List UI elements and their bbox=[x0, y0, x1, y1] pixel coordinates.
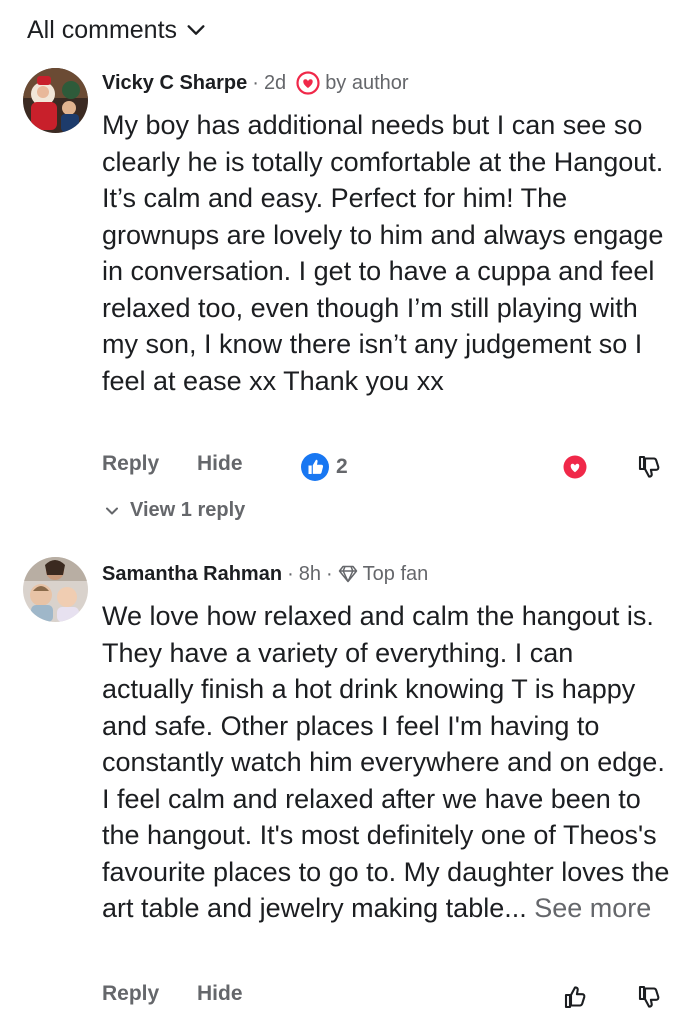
separator-dot: · bbox=[252, 71, 259, 94]
like-button[interactable] bbox=[560, 982, 590, 1012]
comment-body-text: We love how relaxed and calm the hangout… bbox=[102, 601, 670, 923]
comment-author[interactable]: Samantha Rahman bbox=[102, 563, 282, 586]
comment-actions: Reply Hide 2 bbox=[102, 452, 672, 484]
thumbs-down-icon bbox=[638, 985, 660, 1008]
comment-meta: Samantha Rahman · 8h · Top fan bbox=[102, 559, 428, 589]
comment-time[interactable]: 8h bbox=[299, 563, 321, 586]
avatar[interactable] bbox=[23, 557, 88, 622]
reaction-summary[interactable]: 2 bbox=[300, 452, 348, 482]
view-replies-label: View 1 reply bbox=[130, 499, 246, 521]
reaction-count: 2 bbox=[336, 455, 348, 478]
hide-button[interactable]: Hide bbox=[197, 452, 243, 476]
author-badge-label: by author bbox=[325, 71, 409, 94]
avatar[interactable] bbox=[23, 68, 88, 133]
chevron-down-small-icon bbox=[106, 507, 118, 514]
thumbs-up-icon bbox=[564, 986, 586, 1009]
comments-filter-dropdown[interactable]: All comments bbox=[27, 12, 207, 48]
top-fan-badge: Top fan bbox=[338, 562, 429, 586]
like-icon bbox=[301, 453, 329, 481]
chevron-down-icon bbox=[187, 25, 205, 35]
comment-author[interactable]: Vicky C Sharpe bbox=[102, 72, 247, 95]
love-reaction-icon bbox=[563, 455, 587, 479]
separator-dot: · bbox=[287, 562, 294, 585]
diamond-icon bbox=[338, 565, 357, 583]
comment-time[interactable]: 2d bbox=[264, 72, 286, 95]
see-more-link[interactable]: See more bbox=[534, 893, 651, 923]
reply-button[interactable]: Reply bbox=[102, 982, 159, 1006]
comment-body: My boy has additional needs but I can se… bbox=[102, 110, 664, 396]
comment-actions: Reply Hide bbox=[102, 982, 672, 1014]
love-reaction-button[interactable] bbox=[560, 452, 590, 482]
dislike-button[interactable] bbox=[634, 982, 664, 1012]
heart-icon bbox=[296, 71, 320, 95]
comment-meta: Vicky C Sharpe · 2d by author bbox=[102, 68, 409, 98]
hide-button[interactable]: Hide bbox=[197, 982, 243, 1006]
comment-body: We love how relaxed and calm the hangout… bbox=[102, 598, 672, 927]
thumbs-down-icon bbox=[638, 455, 660, 478]
author-badge: by author bbox=[296, 71, 409, 95]
separator-dot: · bbox=[325, 562, 333, 585]
view-replies-button[interactable]: View 1 reply bbox=[104, 499, 245, 522]
top-fan-label: Top fan bbox=[362, 562, 429, 585]
reply-button[interactable]: Reply bbox=[102, 452, 159, 476]
comments-filter-label: All comments bbox=[27, 15, 178, 44]
dislike-button[interactable] bbox=[634, 452, 664, 482]
